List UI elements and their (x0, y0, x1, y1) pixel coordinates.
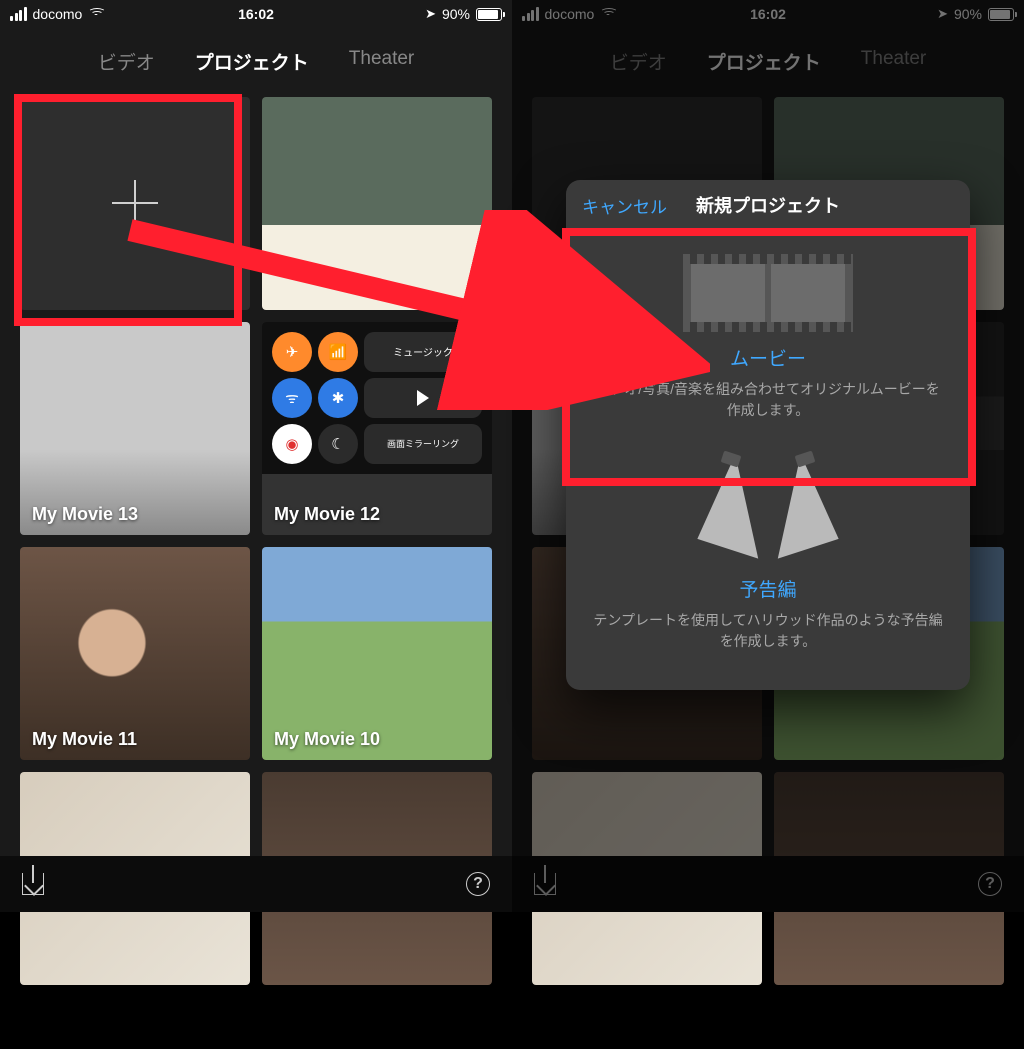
project-tile[interactable]: My Movie 13 (20, 322, 250, 535)
sheet-title: 新規プロジェクト (696, 192, 840, 218)
project-label: My Movie 10 (274, 729, 380, 750)
top-tabs: ビデオ プロジェクト Theater (512, 28, 1024, 97)
spotlight-icon (708, 453, 828, 563)
tab-video[interactable]: ビデオ (610, 48, 667, 75)
tab-video[interactable]: ビデオ (98, 48, 155, 75)
new-project-tile[interactable] (20, 97, 250, 310)
tab-project[interactable]: プロジェクト (707, 48, 821, 75)
project-tile[interactable]: My Movie 10 (262, 547, 492, 760)
download-icon[interactable] (22, 873, 44, 895)
trailer-option-title: 予告編 (592, 575, 944, 602)
battery-icon (988, 8, 1014, 21)
phone-screen-left: docomo 16:02 ➤ 90% ビデオ プロジェクト Theater My… (0, 0, 512, 912)
battery-icon (476, 8, 502, 21)
new-project-sheet: キャンセル 新規プロジェクト ムービー ビデオ/写真/音楽を組み合わせてオリジナ… (566, 180, 970, 690)
project-tile[interactable]: ✈📶ミュージック ᯤ✱ ◉☾画面ミラーリング My Movie 12 (262, 322, 492, 535)
top-tabs: ビデオ プロジェクト Theater (0, 28, 512, 97)
filmstrip-icon (683, 254, 853, 332)
project-label: My Movie 11 (32, 729, 137, 750)
control-center-thumbnail: ✈📶ミュージック ᯤ✱ ◉☾画面ミラーリング (262, 322, 492, 474)
tab-theater[interactable]: Theater (349, 48, 414, 75)
status-bar: docomo 16:02 ➤ 90% (512, 0, 1024, 28)
project-label: My Movie 12 (274, 504, 380, 525)
movie-option[interactable]: ムービー ビデオ/写真/音楽を組み合わせてオリジナルムービーを作成します。 (566, 230, 970, 435)
project-tile[interactable] (262, 97, 492, 310)
help-icon[interactable]: ? (978, 872, 1002, 896)
phone-screen-right: docomo 16:02 ➤ 90% ビデオ プロジェクト Theater ? … (512, 0, 1024, 912)
clock: 16:02 (512, 6, 1024, 22)
movie-option-desc: ビデオ/写真/音楽を組み合わせてオリジナルムービーを作成します。 (592, 379, 944, 421)
bottom-toolbar: ? (512, 856, 1024, 912)
trailer-option-desc: テンプレートを使用してハリウッド作品のような予告編を作成します。 (592, 610, 944, 652)
trailer-option[interactable]: 予告編 テンプレートを使用してハリウッド作品のような予告編を作成します。 (566, 435, 970, 666)
status-bar: docomo 16:02 ➤ 90% (0, 0, 512, 28)
plus-icon (112, 180, 158, 226)
tab-project[interactable]: プロジェクト (195, 48, 309, 75)
help-icon[interactable]: ? (466, 872, 490, 896)
cancel-button[interactable]: キャンセル (582, 193, 667, 218)
tab-theater[interactable]: Theater (861, 48, 926, 75)
project-label: My Movie 13 (32, 504, 138, 525)
bottom-toolbar: ? (0, 856, 512, 912)
movie-option-title: ムービー (592, 344, 944, 371)
download-icon[interactable] (534, 873, 556, 895)
clock: 16:02 (0, 6, 512, 22)
project-tile[interactable]: My Movie 11 (20, 547, 250, 760)
